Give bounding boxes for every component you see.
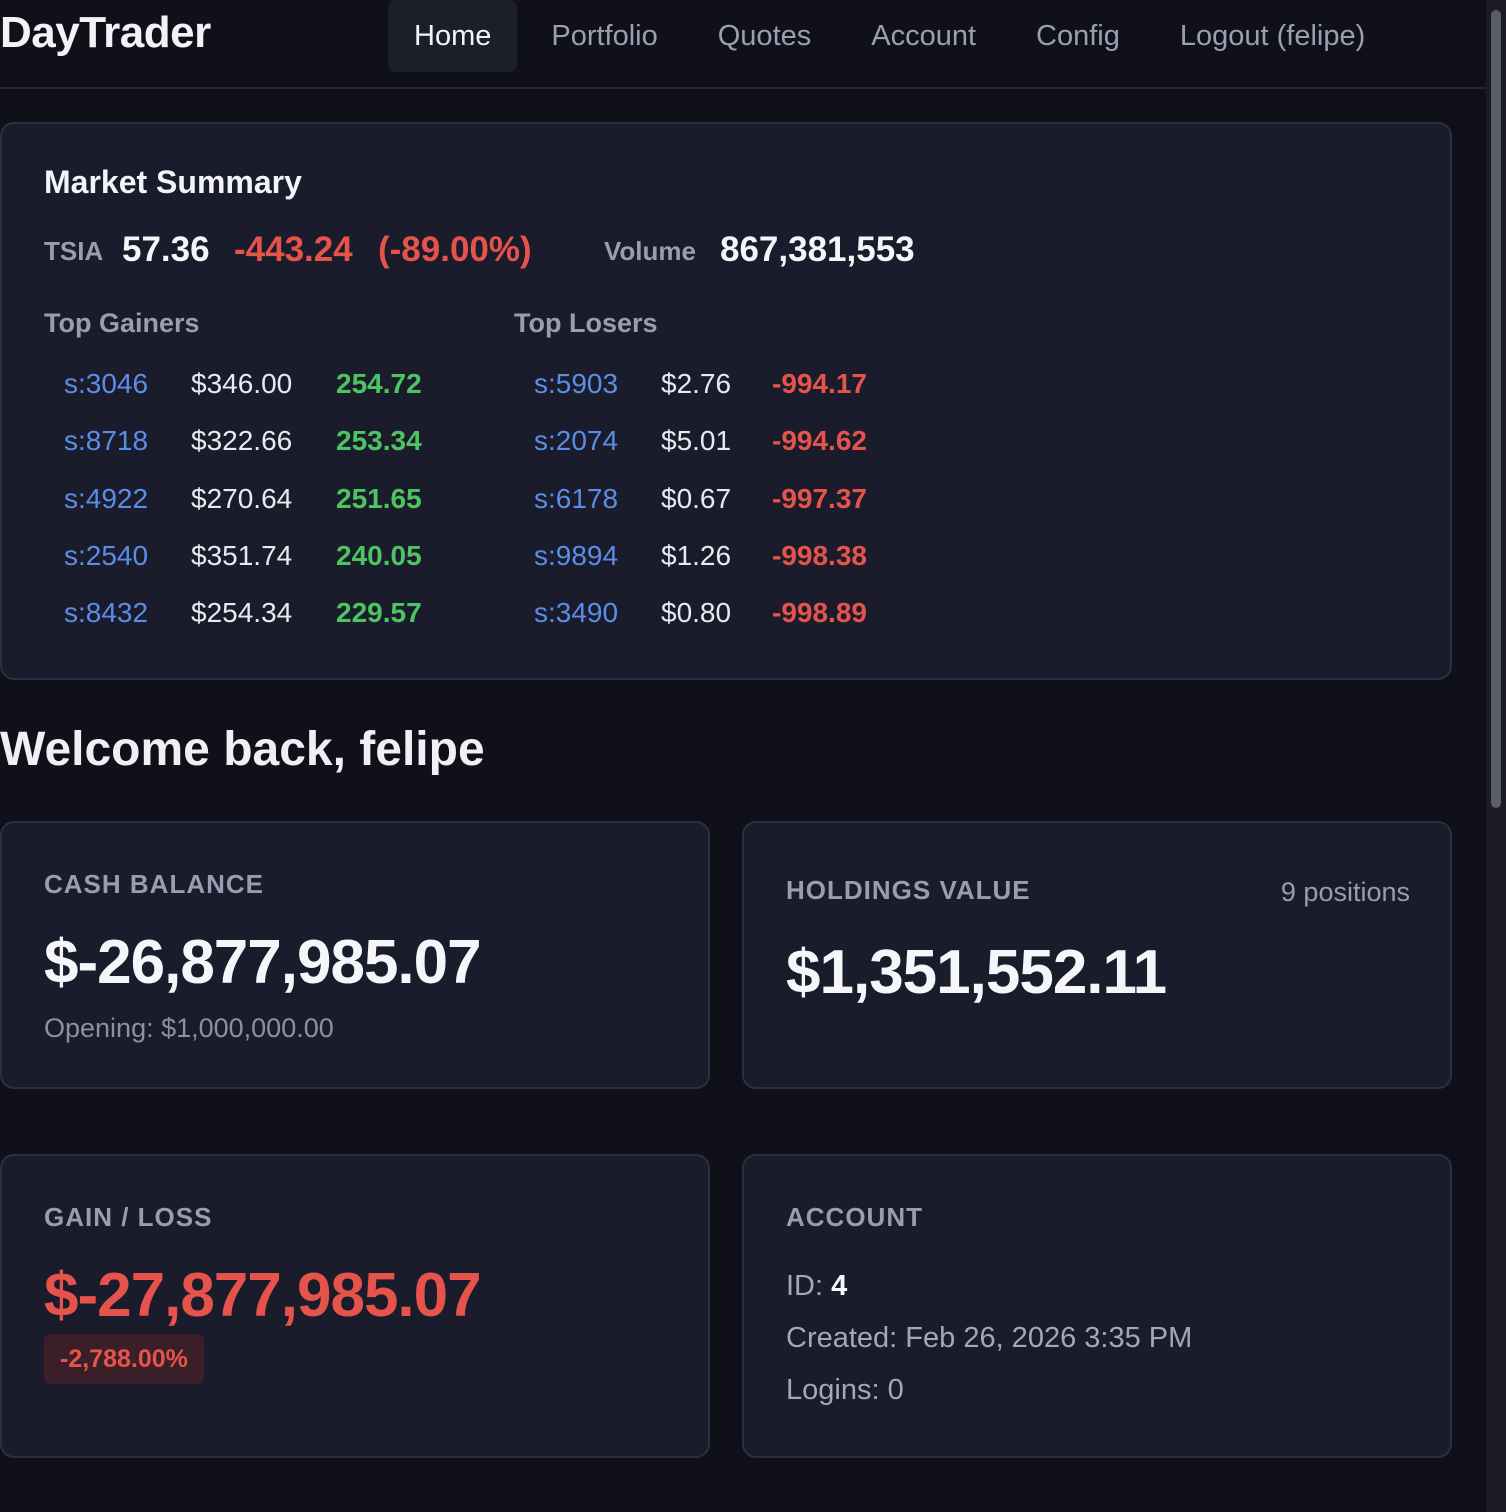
top-navbar: DayTrader Home Portfolio Quotes Account … — [0, 0, 1486, 89]
loser-symbol-link[interactable]: s:2074 — [534, 425, 618, 457]
top-gainers-list: s:3046 $346.00 254.72 s:8718 $322.66 253… — [44, 360, 484, 646]
market-index-row: TSIA 57.36 -443.24 (-89.00%) Volume 867,… — [44, 228, 1044, 280]
gain-loss-card: GAIN / LOSS $-27,877,985.07 -2,788.00% — [0, 1154, 710, 1458]
loser-change: -997.37 — [772, 482, 867, 514]
loser-change: -994.62 — [772, 425, 867, 457]
loser-price: $5.01 — [661, 425, 732, 457]
gainer-change: 254.72 — [336, 368, 422, 399]
gainer-price: $346.00 — [191, 368, 293, 399]
gainer-price: $254.34 — [191, 597, 293, 629]
gainer-symbol-link[interactable]: s:4922 — [64, 483, 148, 515]
gain-loss-value: $-27,877,985.07 — [44, 1261, 482, 1330]
loser-row: s:2074 $5.01 -994.62 — [514, 417, 954, 474]
nav-home[interactable]: Home — [388, 0, 518, 72]
loser-symbol-link[interactable]: s:5903 — [534, 368, 618, 400]
tsia-change-percent: (-89.00%) — [378, 230, 532, 269]
volume-value: 867,381,553 — [720, 230, 915, 269]
gainer-row: s:8718 $322.66 253.34 — [44, 417, 484, 474]
gainer-change: 253.34 — [336, 425, 422, 457]
gain-loss-percent-badge: -2,788.00% — [44, 1334, 204, 1384]
page-scrollbar[interactable] — [1486, 0, 1506, 1512]
nav-quotes[interactable]: Quotes — [692, 0, 838, 72]
account-logins: Logins: 0 — [786, 1374, 904, 1406]
account-id-label: ID: — [786, 1270, 824, 1302]
nav-config[interactable]: Config — [1010, 0, 1146, 72]
gainer-symbol-link[interactable]: s:3046 — [64, 368, 148, 400]
market-summary-title: Market Summary — [44, 164, 302, 200]
loser-change: -998.89 — [772, 597, 867, 629]
loser-change: -994.17 — [772, 368, 867, 399]
loser-symbol-link[interactable]: s:9894 — [534, 540, 618, 572]
opening-balance: Opening: $1,000,000.00 — [44, 1013, 334, 1043]
holdings-value-card: HOLDINGS VALUE 9 positions $1,351,552.11 — [742, 821, 1452, 1089]
gainer-symbol-link[interactable]: s:8432 — [64, 597, 148, 629]
gainer-row: s:4922 $270.64 251.65 — [44, 475, 484, 532]
gainer-change: 229.57 — [336, 597, 422, 629]
main-nav: Home Portfolio Quotes Account Config Log… — [388, 0, 1399, 72]
cash-balance-card: CASH BALANCE $-26,877,985.07 Opening: $1… — [0, 821, 710, 1089]
gainer-row: s:3046 $346.00 254.72 — [44, 360, 484, 417]
gainer-symbol-link[interactable]: s:8718 — [64, 425, 148, 457]
loser-price: $0.67 — [661, 482, 732, 514]
nav-logout[interactable]: Logout (felipe) — [1154, 0, 1391, 72]
loser-price: $1.26 — [661, 539, 732, 571]
account-label: ACCOUNT — [786, 1202, 923, 1232]
gainer-symbol-link[interactable]: s:2540 — [64, 540, 148, 572]
nav-account[interactable]: Account — [845, 0, 1002, 72]
account-created: Created: Feb 26, 2026 3:35 PM — [786, 1322, 1193, 1354]
loser-row: s:6178 $0.67 -997.37 — [514, 475, 954, 532]
brand-logo[interactable]: DayTrader — [0, 8, 211, 58]
gainer-row: s:8432 $254.34 229.57 — [44, 589, 484, 646]
tsia-value: 57.36 — [122, 230, 210, 269]
holdings-value-amount: $1,351,552.11 — [786, 938, 1167, 1007]
nav-portfolio[interactable]: Portfolio — [525, 0, 683, 72]
market-summary-card: Market Summary TSIA 57.36 -443.24 (-89.0… — [0, 122, 1452, 680]
loser-change: -998.38 — [772, 539, 867, 571]
loser-symbol-link[interactable]: s:3490 — [534, 597, 618, 629]
tsia-change: -443.24 — [234, 230, 353, 269]
cash-balance-value: $-26,877,985.07 — [44, 928, 482, 997]
welcome-heading: Welcome back, felipe — [0, 723, 485, 776]
top-losers-list: s:5903 $2.76 -994.17 s:2074 $5.01 -994.6… — [514, 360, 954, 646]
scrollbar-thumb[interactable] — [1491, 10, 1501, 808]
gainer-price: $351.74 — [191, 539, 293, 571]
gainer-row: s:2540 $351.74 240.05 — [44, 532, 484, 589]
loser-price: $0.80 — [661, 597, 732, 629]
account-id: ID: 4 — [786, 1270, 847, 1303]
gain-loss-label: GAIN / LOSS — [44, 1202, 213, 1232]
cash-balance-label: CASH BALANCE — [44, 869, 264, 899]
gainer-change: 251.65 — [336, 482, 422, 514]
volume-label: Volume — [604, 236, 696, 266]
gainer-change: 240.05 — [336, 539, 422, 571]
top-losers-title: Top Losers — [514, 308, 658, 338]
holdings-value-label: HOLDINGS VALUE — [786, 875, 1031, 905]
account-id-value: 4 — [831, 1270, 848, 1302]
positions-count: 9 positions — [1280, 877, 1410, 907]
loser-price: $2.76 — [661, 368, 732, 399]
account-card: ACCOUNT ID: 4 Created: Feb 26, 2026 3:35… — [742, 1154, 1452, 1458]
loser-row: s:5903 $2.76 -994.17 — [514, 360, 954, 417]
top-gainers-title: Top Gainers — [44, 308, 200, 338]
loser-row: s:9894 $1.26 -998.38 — [514, 532, 954, 589]
gainer-price: $322.66 — [191, 425, 293, 457]
loser-row: s:3490 $0.80 -998.89 — [514, 589, 954, 646]
tsia-label: TSIA — [44, 236, 104, 266]
gainer-price: $270.64 — [191, 482, 293, 514]
loser-symbol-link[interactable]: s:6178 — [534, 483, 618, 515]
